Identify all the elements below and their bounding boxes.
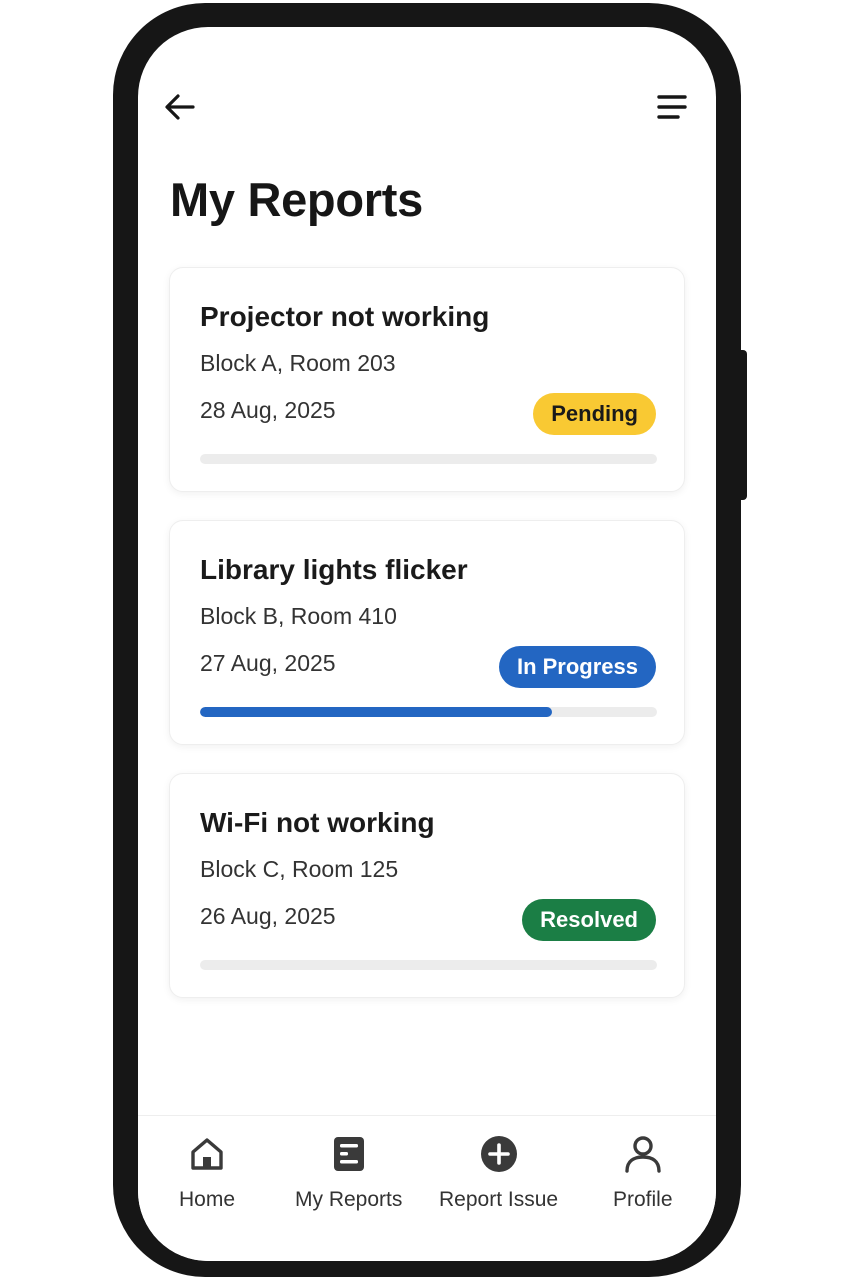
report-card[interactable]: Projector not working Block A, Room 203 …	[169, 267, 685, 492]
report-card[interactable]: Wi-Fi not working Block C, Room 125 26 A…	[169, 773, 685, 998]
report-title: Library lights flicker	[200, 554, 468, 585]
hamburger-menu-icon	[656, 93, 688, 126]
report-location: Block C, Room 125	[200, 856, 399, 882]
nav-label: Report Issue	[439, 1188, 559, 1211]
reports-icon	[329, 1134, 369, 1174]
phone-side-button	[738, 350, 747, 500]
status-badge: Pending	[533, 393, 656, 435]
nav-label: Home	[179, 1188, 236, 1211]
nav-item-my-reports[interactable]: My Reports	[295, 1134, 402, 1212]
nav-item-report-issue[interactable]: Report Issue	[439, 1134, 558, 1212]
report-title: Projector not working	[200, 301, 490, 332]
status-badge: Resolved	[522, 899, 656, 941]
plus-circle-icon	[479, 1134, 519, 1174]
progress-bar	[200, 960, 657, 970]
report-card[interactable]: Library lights flicker Block B, Room 410…	[169, 520, 685, 745]
nav-label: My Reports	[295, 1188, 403, 1211]
status-badge: In Progress	[498, 646, 656, 688]
bottom-nav: Home My Reports Report Issue Profile	[138, 1115, 716, 1261]
back-button[interactable]	[158, 89, 202, 129]
report-date: 26 Aug, 2025	[200, 903, 336, 929]
app-screen: My Reports Projector not working Block A…	[138, 27, 716, 1261]
page-title: My Reports	[170, 173, 423, 226]
report-date: 27 Aug, 2025	[200, 650, 336, 676]
home-icon	[187, 1134, 227, 1174]
nav-label: Profile	[613, 1188, 673, 1211]
progress-bar	[200, 454, 657, 464]
report-location: Block A, Room 203	[200, 350, 396, 376]
progress-fill	[200, 707, 552, 717]
report-date: 28 Aug, 2025	[200, 397, 336, 423]
nav-item-profile[interactable]: Profile	[613, 1134, 673, 1212]
arrow-left-icon	[164, 93, 196, 126]
progress-bar	[200, 707, 657, 717]
report-location: Block B, Room 410	[200, 603, 397, 629]
nav-item-home[interactable]: Home	[179, 1134, 235, 1212]
profile-icon	[623, 1134, 663, 1174]
report-title: Wi-Fi not working	[200, 807, 435, 838]
menu-button[interactable]	[650, 89, 694, 129]
